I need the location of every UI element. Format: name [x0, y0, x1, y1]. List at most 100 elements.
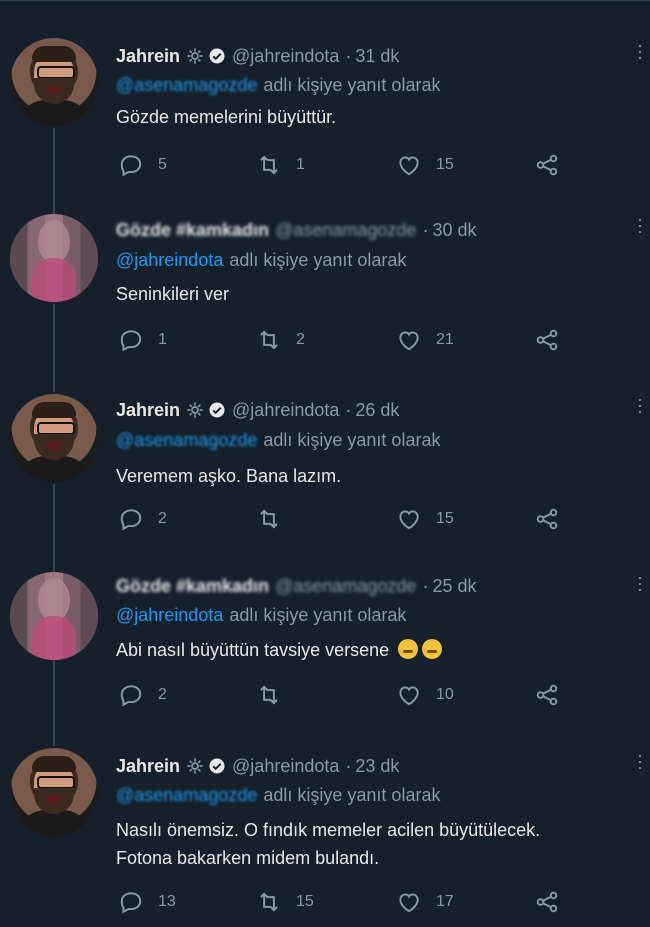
- share-button[interactable]: [534, 889, 560, 915]
- tweet-header: Jahrein @jahreindota · 23 dk: [116, 754, 399, 778]
- verified-badge-icon: [209, 758, 225, 774]
- reply-context-text: adlı kişiye yanıt olarak: [229, 605, 407, 625]
- reply-button[interactable]: 5: [118, 152, 167, 178]
- more-icon[interactable]: · · ·: [634, 390, 646, 420]
- tweet[interactable]: Jahrein @jahreindota · 23 dk · · · @asenam…: [0, 718, 650, 927]
- reply-count: 2: [158, 510, 167, 527]
- share-button[interactable]: [534, 682, 560, 708]
- separator: ·: [345, 45, 352, 66]
- retweet-icon: [260, 685, 278, 705]
- author-handle[interactable]: @asenamagozde: [275, 220, 416, 241]
- retweet-button[interactable]: [256, 682, 296, 708]
- verified-badge-icon: [209, 48, 225, 64]
- share-icon: [536, 891, 558, 913]
- tweet-header: Jahrein @jahreindota · 31 dk: [116, 44, 399, 68]
- avatar[interactable]: [10, 394, 98, 482]
- tweet[interactable]: Jahrein @jahreindota · 31 dk · · · @asenam…: [0, 0, 650, 180]
- reply-mention[interactable]: @asenamagozde: [116, 75, 257, 96]
- reply-count: 13: [158, 893, 176, 910]
- reply-context-text: adlı kişiye yanıt olarak: [263, 430, 441, 450]
- share-button[interactable]: [534, 506, 560, 532]
- timestamp[interactable]: 30 dk: [432, 220, 476, 241]
- like-button[interactable]: 17: [396, 889, 454, 915]
- tweet[interactable]: Gözde #kamkadın @asenamagozde · 30 dk · ·…: [0, 184, 650, 364]
- timestamp[interactable]: 25 dk: [432, 576, 476, 597]
- tweet-text: Nasılı önemsiz. O fındık memeler acilen …: [116, 816, 636, 872]
- retweet-count: 2: [296, 331, 305, 348]
- timestamp[interactable]: 23 dk: [355, 756, 399, 777]
- avatar[interactable]: [10, 214, 98, 302]
- like-button[interactable]: 10: [396, 682, 454, 708]
- author-name[interactable]: Gözde #kamkadın: [116, 220, 269, 241]
- timestamp[interactable]: 26 dk: [355, 400, 399, 421]
- author-name[interactable]: Gözde #kamkadın: [116, 576, 269, 597]
- avatar[interactable]: [10, 748, 98, 836]
- avatar[interactable]: [10, 38, 98, 126]
- author-name[interactable]: Jahrein: [116, 400, 180, 421]
- tweet-header: Gözde #kamkadın @asenamagozde · 30 dk: [116, 218, 476, 242]
- like-button[interactable]: 15: [396, 506, 454, 532]
- tweet-text: Seninkileri ver: [116, 284, 230, 304]
- tweet-actions: 2 10: [118, 682, 578, 710]
- timestamp[interactable]: 31 dk: [355, 46, 399, 67]
- reply-count: 2: [158, 686, 167, 703]
- retweet-icon: [260, 330, 278, 350]
- like-button[interactable]: 21: [396, 327, 454, 353]
- share-button[interactable]: [534, 152, 560, 178]
- like-count: 15: [436, 510, 454, 527]
- reply-context: @jahreindota adlı kişiye yanıt olarak: [116, 250, 406, 271]
- retweet-button[interactable]: 1: [256, 152, 305, 178]
- separator: ·: [422, 575, 429, 596]
- share-icon: [536, 684, 558, 706]
- reply-button[interactable]: 2: [118, 682, 167, 708]
- tweet-actions: 5 1 15: [118, 152, 578, 180]
- share-icon: [536, 508, 558, 530]
- more-icon[interactable]: · · ·: [634, 746, 646, 776]
- author-handle[interactable]: @jahreindota: [232, 46, 339, 67]
- like-count: 10: [436, 686, 454, 703]
- reply-mention[interactable]: @asenamagozde: [116, 785, 257, 806]
- retweet-button[interactable]: 2: [256, 327, 305, 353]
- more-icon[interactable]: · · ·: [634, 210, 646, 240]
- like-icon: [399, 686, 419, 706]
- author-handle[interactable]: @jahreindota: [232, 400, 339, 421]
- author-handle[interactable]: @jahreindota: [232, 756, 339, 777]
- share-button[interactable]: [534, 327, 560, 353]
- more-icon[interactable]: · · ·: [634, 36, 646, 66]
- tweet[interactable]: Jahrein @jahreindota · 26 dk · · · @asenam…: [0, 364, 650, 544]
- reply-button[interactable]: 2: [118, 506, 167, 532]
- reply-mention[interactable]: @jahreindota: [116, 605, 223, 626]
- tweet-text-content: Abi nasıl büyüttün tavsiye versene: [116, 640, 390, 660]
- reply-icon: [120, 330, 142, 352]
- more-icon[interactable]: · · ·: [634, 568, 646, 598]
- reply-button[interactable]: 1: [118, 327, 167, 353]
- like-button[interactable]: 15: [396, 152, 454, 178]
- reply-icon: [120, 892, 142, 914]
- gear-icon: [187, 758, 203, 774]
- retweet-count: 1: [296, 156, 305, 173]
- reply-count: 1: [158, 331, 167, 348]
- tweet[interactable]: Gözde #kamkadın @asenamagozde · 25 dk · ·…: [0, 542, 650, 722]
- verified-badge-icon: [209, 402, 225, 418]
- author-name[interactable]: Jahrein: [116, 46, 180, 67]
- like-icon: [399, 510, 419, 530]
- avatar[interactable]: [10, 572, 98, 660]
- like-count: 15: [436, 156, 454, 173]
- author-name[interactable]: Jahrein: [116, 756, 180, 777]
- emoji-icon: [422, 639, 443, 659]
- retweet-button[interactable]: 15: [256, 889, 314, 915]
- reply-mention[interactable]: @asenamagozde: [116, 430, 257, 451]
- retweet-button[interactable]: [256, 506, 296, 532]
- reply-icon: [120, 155, 142, 177]
- reply-mention[interactable]: @jahreindota: [116, 250, 223, 271]
- reply-button[interactable]: 13: [118, 889, 176, 915]
- tweet-header: Jahrein @jahreindota · 26 dk: [116, 398, 399, 422]
- separator: ·: [345, 755, 352, 776]
- tweet-actions: 2 15: [118, 506, 578, 534]
- reply-context: @jahreindota adlı kişiye yanıt olarak: [116, 605, 406, 626]
- author-handle[interactable]: @asenamagozde: [275, 576, 416, 597]
- tweet-text: Abi nasıl büyüttün tavsiye versene: [116, 636, 636, 664]
- retweet-icon: [260, 155, 278, 175]
- emoji-icon: [398, 639, 419, 659]
- reply-context-text: adlı kişiye yanıt olarak: [229, 250, 407, 270]
